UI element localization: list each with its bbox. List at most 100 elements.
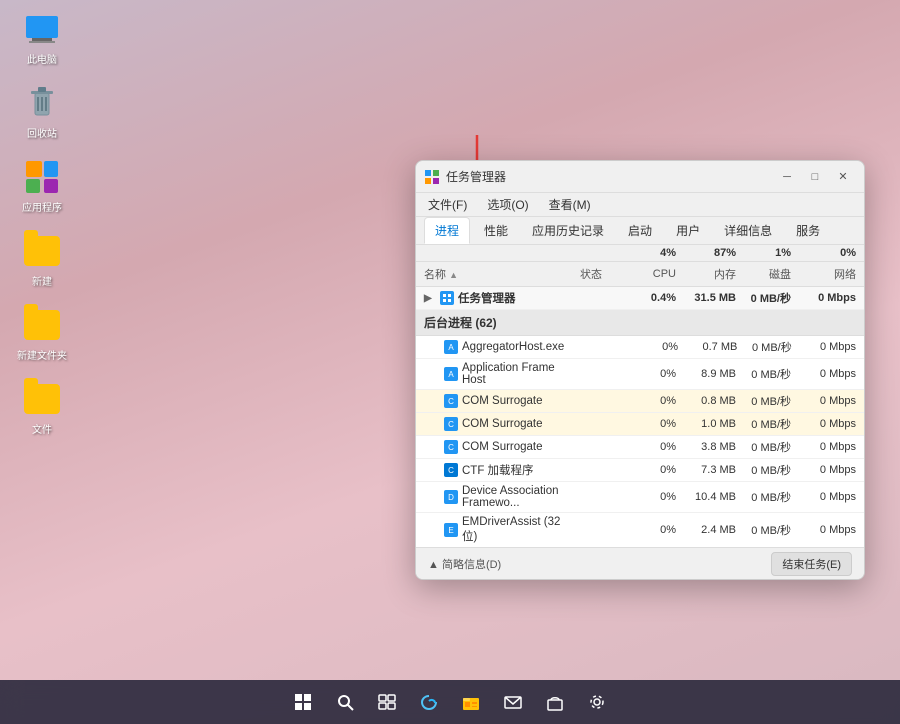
process-row-0[interactable]: A AggregatorHost.exe 0% 0.7 MB 0 MB/秒 0 … (416, 336, 864, 359)
col-header-name[interactable]: 名称 ▲ (424, 266, 561, 282)
taskbar-edge-button[interactable] (411, 684, 447, 720)
menu-options[interactable]: 选项(O) (483, 194, 532, 215)
taskbar-taskview-button[interactable] (369, 684, 405, 720)
process-name-3: COM Surrogate (462, 418, 543, 430)
col-header-status[interactable]: 状态 (561, 266, 621, 282)
process-icon-6: D (444, 490, 458, 504)
process-cpu-0: 0% (624, 341, 678, 353)
col-header-net[interactable]: 网络 (791, 266, 856, 282)
process-mem-4: 3.8 MB (676, 441, 736, 453)
tab-users[interactable]: 用户 (666, 218, 710, 243)
process-name-4: COM Surrogate (462, 441, 543, 453)
process-list[interactable]: ▶ 任务管理器 0.4% 31.5 MB 0 MB/秒 0 Mbps 后台进程 … (416, 287, 864, 547)
status-info[interactable]: ▲ 简略信息(D) (428, 556, 501, 572)
close-button[interactable]: ✕ (830, 167, 856, 187)
process-disk-6: 0 MB/秒 (736, 489, 791, 505)
taskbar-windows-button[interactable] (285, 684, 321, 720)
taskbar (0, 680, 900, 724)
process-row-4[interactable]: C COM Surrogate 0% 3.8 MB 0 MB/秒 0 Mbps (416, 436, 864, 459)
desktop-icon-app[interactable]: 应用程序 (12, 158, 72, 214)
column-headers: 名称 ▲ 状态 CPU 内存 磁盘 网络 (416, 262, 864, 287)
process-net-taskmanager: 0 Mbps (791, 292, 856, 304)
desktop-icon-folder3-label: 文件 (32, 421, 52, 436)
process-row-2[interactable]: C COM Surrogate 0% 0.8 MB 0 MB/秒 0 Mbps (416, 390, 864, 413)
process-row-1[interactable]: A Application Frame Host 0% 8.9 MB 0 MB/… (416, 359, 864, 390)
menu-file[interactable]: 文件(F) (424, 194, 471, 215)
process-row-6[interactable]: D Device Association Framewo... 0% 10.4 … (416, 482, 864, 513)
desktop-icon-recycle[interactable]: 回收站 (12, 84, 72, 140)
process-name-0: AggregatorHost.exe (462, 341, 564, 353)
col-header-mem[interactable]: 内存 (676, 266, 736, 282)
menu-view[interactable]: 查看(M) (545, 194, 595, 215)
tab-services[interactable]: 服务 (786, 218, 830, 243)
process-cpu-3: 0% (621, 418, 676, 430)
taskbar-mail-button[interactable] (495, 684, 531, 720)
process-name-1: Application Frame Host (462, 362, 561, 386)
process-net-4: 0 Mbps (791, 441, 856, 453)
process-disk-4: 0 MB/秒 (736, 439, 791, 455)
mem-percent: 87% (676, 247, 736, 259)
process-cpu-7: 0% (621, 524, 676, 536)
process-name-7: EMDriverAssist (32 位) (462, 516, 561, 544)
taskbar-store-button[interactable] (537, 684, 573, 720)
process-row-3[interactable]: C COM Surrogate 0% 1.0 MB 0 MB/秒 0 Mbps (416, 413, 864, 436)
status-bar: ▲ 简略信息(D) 结束任务(E) (416, 547, 864, 579)
cpu-percent: 4% (621, 247, 676, 259)
tab-processes[interactable]: 进程 (424, 217, 470, 244)
process-icon-5: C (444, 463, 458, 477)
tab-bar: 进程 性能 应用历史记录 启动 用户 详细信息 服务 (416, 217, 864, 245)
menu-bar: 文件(F) 选项(O) 查看(M) (416, 193, 864, 217)
section-header-background: 后台进程 (62) (416, 310, 864, 336)
end-task-button[interactable]: 结束任务(E) (771, 552, 852, 576)
tab-startup[interactable]: 启动 (618, 218, 662, 243)
minimize-button[interactable]: ─ (774, 167, 800, 187)
disk-percent: 1% (736, 247, 791, 259)
process-cpu-6: 0% (621, 491, 676, 503)
process-net-6: 0 Mbps (791, 491, 856, 503)
process-net-2: 0 Mbps (791, 395, 856, 407)
desktop-icon-folder1[interactable]: 新建 (12, 232, 72, 288)
taskbar-search-button[interactable] (327, 684, 363, 720)
process-cpu-taskmanager: 0.4% (621, 292, 676, 304)
column-header-percentages: 4% 87% 1% 0% (416, 245, 864, 262)
process-mem-5: 7.3 MB (676, 464, 736, 476)
maximize-button[interactable]: □ (802, 167, 828, 187)
desktop-icon-folder2[interactable]: 新建文件夹 (12, 306, 72, 362)
tab-details[interactable]: 详细信息 (714, 218, 782, 243)
process-cpu-4: 0% (621, 441, 676, 453)
process-disk-7: 0 MB/秒 (736, 522, 791, 538)
desktop-icon-computer[interactable]: 此电脑 (12, 10, 72, 66)
process-name-6: Device Association Framewo... (462, 485, 561, 509)
taskmanager-icon (424, 169, 440, 185)
process-name-taskmanager: 任务管理器 (458, 290, 516, 306)
window-controls: ─ □ ✕ (774, 167, 856, 187)
taskbar-explorer-button[interactable] (453, 684, 489, 720)
process-mem-2: 0.8 MB (676, 395, 736, 407)
desktop-icon-app-label: 应用程序 (22, 199, 62, 214)
process-mem-1: 8.9 MB (676, 368, 736, 380)
process-row-taskmanager[interactable]: ▶ 任务管理器 0.4% 31.5 MB 0 MB/秒 0 Mbps (416, 287, 864, 310)
process-row-5[interactable]: C CTF 加载程序 0% 7.3 MB 0 MB/秒 0 Mbps (416, 459, 864, 482)
tab-performance[interactable]: 性能 (474, 218, 518, 243)
process-disk-3: 0 MB/秒 (736, 416, 791, 432)
col-header-cpu[interactable]: CPU (621, 268, 676, 280)
process-net-5: 0 Mbps (791, 464, 856, 476)
process-disk-1: 0 MB/秒 (736, 366, 791, 382)
process-cpu-1: 0% (621, 368, 676, 380)
process-icon-0: A (444, 340, 458, 354)
tab-app-history[interactable]: 应用历史记录 (522, 218, 614, 243)
desktop-icon-folder1-label: 新建 (32, 273, 52, 288)
title-bar: 任务管理器 ─ □ ✕ (416, 161, 864, 193)
desktop: 此电脑 回收站 (0, 0, 900, 724)
col-header-disk[interactable]: 磁盘 (736, 266, 791, 282)
desktop-icon-folder2-label: 新建文件夹 (17, 347, 67, 362)
process-icon-1: A (444, 367, 458, 381)
expand-icon[interactable]: ▶ (424, 293, 436, 304)
process-mem-6: 10.4 MB (676, 491, 736, 503)
desktop-icon-folder3[interactable]: 文件 (12, 380, 72, 436)
desktop-icon-computer-label: 此电脑 (27, 51, 57, 66)
process-row-7[interactable]: E EMDriverAssist (32 位) 0% 2.4 MB 0 MB/秒… (416, 513, 864, 547)
desktop-icons: 此电脑 回收站 (12, 10, 72, 436)
taskbar-settings-button[interactable] (579, 684, 615, 720)
process-disk-0: 0 MB/秒 (737, 339, 791, 355)
